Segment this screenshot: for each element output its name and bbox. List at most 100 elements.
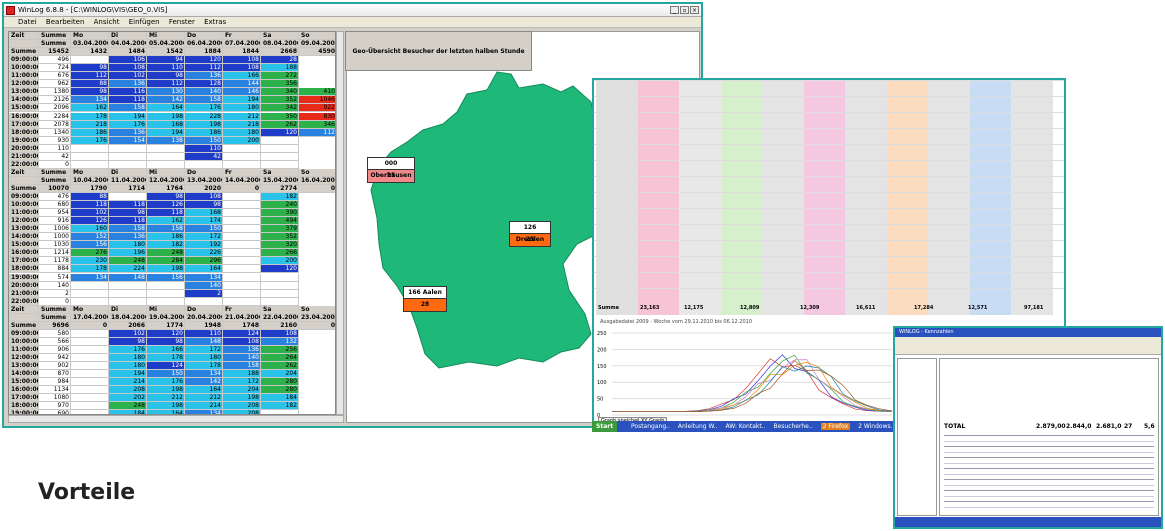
minimize-button[interactable]: _	[670, 6, 679, 14]
table-cell	[109, 193, 147, 202]
table-cell: 176	[147, 378, 185, 387]
table-cell: Mi	[147, 305, 185, 314]
table-cell: 1432	[71, 48, 109, 57]
table-cell: 17.04.2006	[71, 313, 109, 322]
table-cell: 88	[71, 193, 109, 202]
table-cell	[261, 289, 299, 298]
row-label: 16:00:00	[9, 112, 39, 121]
grid-line	[594, 288, 1064, 289]
table-cell: 2126	[39, 96, 71, 105]
table-cell: 146	[223, 88, 261, 97]
city-marker-oberhausen[interactable]: 000 Oberhausen 35	[367, 157, 415, 183]
row-label: 10:00:00	[9, 64, 39, 73]
table-cell: 88	[71, 80, 109, 89]
table-cell	[71, 386, 109, 395]
table-cell: 192	[185, 241, 223, 250]
table-cell: 1790	[71, 184, 109, 193]
close-button[interactable]: ×	[690, 6, 699, 14]
row-label: Zeit	[9, 168, 39, 177]
table-cell: 172	[185, 233, 223, 242]
table-cell: 168	[185, 209, 223, 218]
kpi-content: TOTAL 2.879,00 2.844,0 2.681,0 27 5,6	[939, 358, 1159, 516]
menu-einfuegen[interactable]: Einfügen	[129, 18, 160, 26]
table-cell	[109, 152, 147, 161]
table-cell: 15.04.2006	[261, 176, 299, 185]
table-cell: 108	[223, 64, 261, 73]
table-cell: 1380	[39, 88, 71, 97]
table-cell: Sa	[261, 32, 299, 41]
table-cell: 1134	[39, 386, 71, 395]
table-cell: 19.04.2006	[147, 313, 185, 322]
maximize-button[interactable]: ▫	[680, 6, 689, 14]
table-cell	[109, 297, 147, 306]
table-cell: 830	[299, 112, 335, 121]
table-cell: 264	[261, 354, 299, 363]
city-marker-aalen[interactable]: 166 Aalen 28	[403, 286, 447, 312]
table-cell: 176	[109, 120, 147, 129]
kpi-row	[944, 506, 1154, 508]
table-cell: 180	[109, 362, 147, 371]
table-cell: 196	[109, 249, 147, 258]
table-cell: 102	[109, 329, 147, 338]
table-cell: 0	[39, 297, 71, 306]
table-cell: Sa	[261, 168, 299, 177]
row-label: 15:00:00	[9, 104, 39, 113]
table-cell: So	[299, 168, 335, 177]
row-label: Summe	[9, 321, 39, 330]
table-cell	[223, 193, 261, 202]
table-cell: 164	[185, 265, 223, 274]
table-cell: 214	[109, 378, 147, 387]
y-tick-label: 50	[597, 397, 603, 403]
table-cell: 1030	[39, 241, 71, 250]
start-button[interactable]: Start	[592, 421, 618, 432]
table-cell: 410	[299, 88, 335, 97]
table-cell: 150	[185, 225, 223, 234]
weekly-stats-column	[720, 80, 762, 315]
taskbar-item[interactable]: AW: Kontakt..	[725, 423, 765, 430]
table-cell: 212	[147, 394, 185, 403]
taskbar-item[interactable]: 2 Windows..	[858, 423, 894, 430]
horizontal-scrollbar[interactable]	[8, 415, 344, 423]
row-label: 19:00:00	[9, 273, 39, 282]
table-cell: 174	[185, 217, 223, 226]
taskbar-item[interactable]: Manu	[598, 434, 614, 441]
kpi-row	[944, 468, 1154, 469]
taskbar-item[interactable]: Besucherhe..	[773, 423, 812, 430]
table-cell: 188	[223, 370, 261, 379]
table-cell	[71, 378, 109, 387]
kpi-total-value: 27	[1124, 423, 1133, 430]
row-label: 18:00:00	[9, 265, 39, 274]
kpi-row	[944, 473, 1154, 475]
table-cell: 134	[185, 273, 223, 282]
menu-bearbeiten[interactable]: Bearbeiten	[46, 18, 84, 26]
table-row: 10:00:00 724 98 108 110 112 108 188	[9, 64, 335, 73]
table-row: 22:00:00 0	[9, 297, 335, 306]
taskbar-item[interactable]: 2 Firefox	[820, 423, 851, 430]
table-cell: 194	[109, 370, 147, 379]
table-cell	[223, 225, 261, 234]
table-cell	[109, 289, 147, 298]
table-cell: 350	[261, 112, 299, 121]
table-cell: 108	[109, 64, 147, 73]
table-cell: 202	[109, 394, 147, 403]
menu-fenster[interactable]: Fenster	[169, 18, 195, 26]
table-sum-row: Summe 9696 0 2066 1774 1948 1748 2160 0	[9, 321, 335, 330]
menu-extras[interactable]: Extras	[204, 18, 226, 26]
table-cell: 248	[109, 402, 147, 411]
table-cell: 180	[223, 128, 261, 137]
taskbar-item[interactable]: Postangang..	[631, 423, 670, 430]
table-cell	[147, 289, 185, 298]
city-marker-dresden[interactable]: 126 Dresden 25	[509, 221, 551, 247]
table-cell: 208	[223, 402, 261, 411]
taskbar-item[interactable]: Anleitung W..	[678, 423, 718, 430]
vertical-scrollbar[interactable]	[336, 31, 344, 415]
menu-ansicht[interactable]: Ansicht	[94, 18, 120, 26]
menu-datei[interactable]: Datei	[18, 18, 37, 26]
table-row: 16:00:00 1214 276 196 248 226 266	[9, 249, 335, 258]
table-row: 10:00:00 566 98 98 148 108 132	[9, 337, 335, 346]
kpi-total-label: TOTAL	[944, 423, 966, 430]
table-cell: 198	[147, 402, 185, 411]
chart-series-line	[612, 360, 893, 413]
table-cell	[223, 160, 261, 169]
row-label: 10:00:00	[9, 201, 39, 210]
